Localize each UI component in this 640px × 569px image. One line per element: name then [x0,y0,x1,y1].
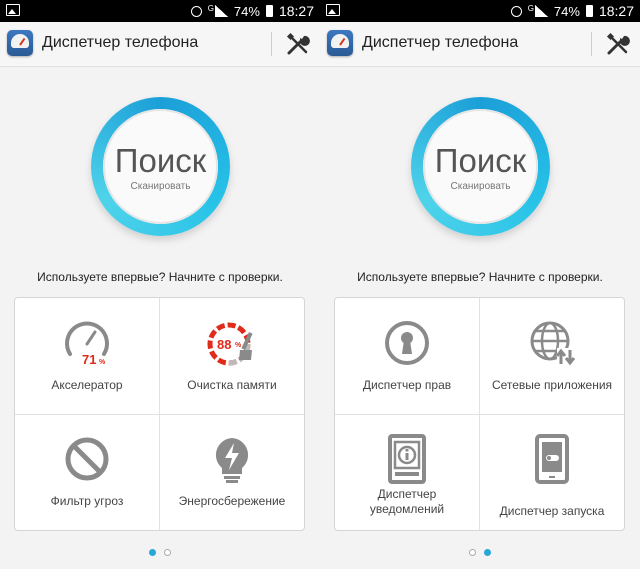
tools-icon [286,32,310,55]
speedometer-icon: 71 % [65,321,109,367]
first-use-hint: Используете впервые? Начните с проверки. [37,270,283,284]
startup-manager-tile[interactable]: Диспетчер запуска [480,414,624,530]
permission-manager-label: Диспетчер прав [362,378,452,392]
network-type: G [207,3,214,13]
settings-tools-button[interactable] [606,32,630,56]
page-indicator [0,543,320,561]
signal-icon [534,5,548,17]
clock: 18:27 [278,3,314,19]
memory-unit: % [235,342,242,349]
gallery-notification-icon [6,4,20,16]
threat-filter-label: Фильтр угроз [50,494,124,508]
scan-subtitle: Сканировать [450,181,511,192]
home-screen-page-2: G 74% 18:27 Диспетчер телефона Поиск Ска… [320,0,640,569]
settings-tools-button[interactable] [286,32,310,56]
permission-manager-tile[interactable]: Диспетчер прав [335,298,479,414]
memory-value: 88 [217,337,231,352]
accelerator-value: 71 [82,352,96,367]
memory-cleanup-icon: 88 % [207,322,253,366]
page-indicator [320,543,640,561]
scan-title: Поиск [114,142,207,179]
scan-button[interactable]: Поиск Сканировать [411,97,550,236]
first-use-hint: Используете впервые? Начните с проверки. [357,270,603,284]
signal-icon [214,5,228,17]
keyhole-icon [385,321,429,365]
page-dot-1[interactable] [149,549,156,556]
notification-manager-tile[interactable]: Диспетчер уведомлений [335,414,479,530]
scan-title: Поиск [434,142,527,179]
memory-cleanup-label: Очистка памяти [187,378,277,392]
page-dot-2[interactable] [484,549,491,556]
accelerator-unit: % [99,359,106,366]
app-bar: Диспетчер телефона [0,22,320,67]
gallery-notification-icon [326,4,340,16]
alarm-icon [190,5,202,17]
lightbulb-bolt-icon [215,438,249,483]
globe-transfer-icon [530,321,576,366]
power-saving-tile[interactable]: Энергосбережение [160,414,304,530]
block-icon [65,437,109,481]
threat-filter-tile[interactable]: Фильтр угроз [15,414,159,530]
phone-manager-app-icon [7,30,33,56]
app-bar: Диспетчер телефона [320,22,640,67]
page-dot-2[interactable] [164,549,171,556]
app-title: Диспетчер телефона [42,34,199,51]
memory-cleanup-tile[interactable]: 88 % Очистка памяти [160,298,304,414]
battery-icon [265,5,273,17]
tools-icon [606,32,630,55]
battery-percent: 74% [233,3,260,19]
status-bar: G 74% 18:27 [320,0,640,22]
power-saving-label: Энергосбережение [178,494,286,508]
divider [591,32,592,56]
scan-button[interactable]: Поиск Сканировать [91,97,230,236]
page-dot-1[interactable] [469,549,476,556]
notification-info-icon [388,434,426,484]
tools-grid: 71 % Акселератор 88 % Очистка памяти Фил… [14,297,305,531]
phone-toggle-icon [535,434,569,484]
app-title: Диспетчер телефона [362,34,519,51]
tools-grid: Диспетчер прав Сетевые приложения Диспет… [334,297,625,531]
network-type: G [527,3,534,13]
divider [271,32,272,56]
phone-manager-app-icon [327,30,353,56]
clock: 18:27 [598,3,634,19]
battery-percent: 74% [553,3,580,19]
battery-icon [585,5,593,17]
accelerator-tile[interactable]: 71 % Акселератор [15,298,159,414]
home-screen-page-1: G 74% 18:27 Диспетчер телефона Поиск Ска… [0,0,320,569]
scan-subtitle: Сканировать [130,181,191,192]
accelerator-label: Акселератор [51,378,123,392]
network-apps-label: Сетевые приложения [491,378,613,392]
notification-manager-label: Диспетчер уведомлений [369,487,445,516]
alarm-icon [510,5,522,17]
network-apps-tile[interactable]: Сетевые приложения [480,298,624,414]
status-bar: G 74% 18:27 [0,0,320,22]
startup-manager-label: Диспетчер запуска [499,504,605,518]
